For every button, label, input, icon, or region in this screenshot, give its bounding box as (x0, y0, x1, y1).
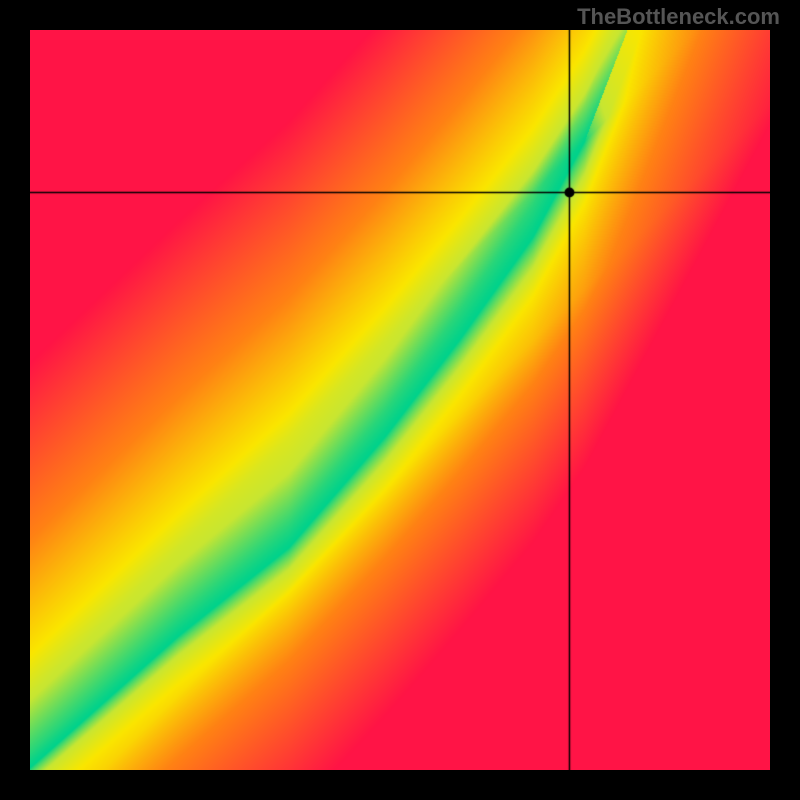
heatmap-plot (30, 30, 770, 770)
watermark-text: TheBottleneck.com (577, 4, 780, 30)
chart-container: TheBottleneck.com (0, 0, 800, 800)
heatmap-canvas (30, 30, 770, 770)
